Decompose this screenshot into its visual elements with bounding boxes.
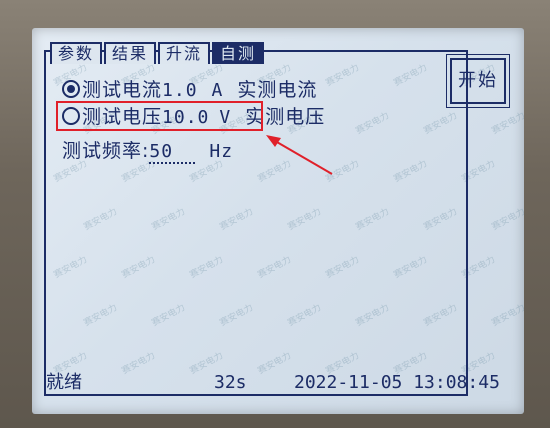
test-current-label: 测试电流 (82, 79, 163, 101)
radio-selected-icon[interactable] (62, 80, 80, 98)
test-current-row[interactable]: 测试电流1.0 A 实测电流 (62, 78, 317, 102)
elapsed-time: 32s (214, 372, 247, 393)
tab-self-test[interactable]: 自测 (212, 42, 265, 64)
tab-bar: 参数 结果 升流 自测 (50, 42, 266, 64)
tab-ramp-current[interactable]: 升流 (158, 42, 211, 64)
status-bar: 就绪 32s 2022-11-05 13:08:45 (46, 372, 516, 394)
test-frequency-label: 测试频率 (62, 140, 143, 162)
datetime-readout: 2022-11-05 13:08:45 (294, 372, 500, 393)
tab-parameters[interactable]: 参数 (50, 42, 103, 64)
watermark-text: 赛安电力 (490, 206, 524, 233)
test-current-unit: A (211, 80, 224, 101)
watermark-text: 赛安电力 (490, 302, 524, 329)
test-frequency-row[interactable]: 测试频率:50 Hz (62, 139, 234, 164)
watermark-text: 赛安电力 (490, 110, 524, 137)
start-button[interactable]: 开始 (446, 54, 510, 108)
annotation-highlight-box (56, 101, 263, 131)
test-frequency-separator: : (142, 140, 150, 162)
test-current-value[interactable]: 1.0 (162, 80, 198, 101)
tab-results[interactable]: 结果 (104, 42, 157, 64)
measured-current-label: 实测电流 (237, 79, 318, 101)
lcd-screen: 赛安电力 赛安电力 赛安电力 赛安电力 赛安电力 赛安电力 赛安电力 赛安电力 赛安电力 赛安电力… (32, 28, 524, 414)
test-frequency-unit: Hz (209, 141, 234, 162)
status-state: 就绪 (46, 372, 82, 393)
test-frequency-value[interactable]: 50 (149, 142, 196, 164)
